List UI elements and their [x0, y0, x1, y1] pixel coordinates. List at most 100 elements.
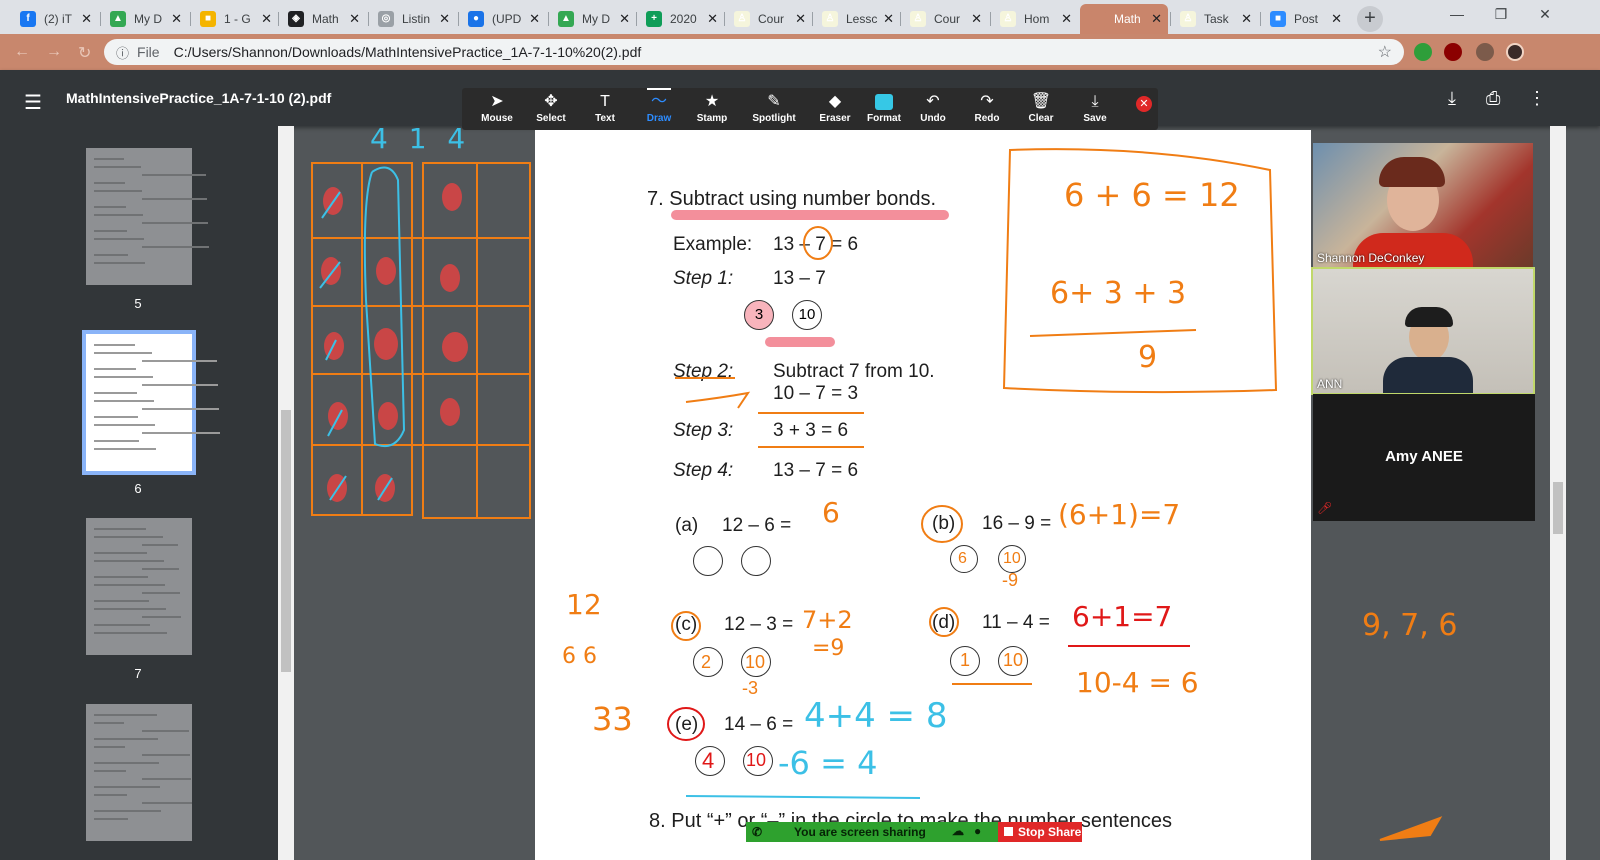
- browser-tab[interactable]: f (2) iT ✕: [10, 4, 98, 34]
- close-tab-icon[interactable]: ✕: [261, 11, 272, 27]
- tool-undo[interactable]: ↶ Undo: [905, 91, 961, 124]
- browser-tab[interactable]: ● (UPD ✕: [458, 4, 546, 34]
- close-tab-icon[interactable]: ✕: [81, 11, 92, 27]
- browser-tab[interactable]: ■ Post ✕: [1260, 4, 1348, 34]
- save-icon: ⤓: [1091, 93, 1099, 110]
- thumbnail-text-line: [94, 632, 167, 634]
- thumbnail-text-line: [94, 786, 160, 788]
- info-icon[interactable]: ⓘ: [116, 43, 129, 62]
- close-tab-icon[interactable]: ✕: [439, 11, 450, 27]
- tool-clear[interactable]: 🗑 Clear: [1013, 91, 1069, 124]
- browser-tab[interactable]: ♙ Lessc ✕: [812, 4, 900, 34]
- handwriting-answer-d: 6+1=7: [1072, 600, 1173, 633]
- browser-tab[interactable]: +2020 ✕: [636, 4, 724, 34]
- thumbnail-text-line: [142, 432, 220, 434]
- close-window-button[interactable]: ✕: [1530, 6, 1560, 26]
- handwriting-bond-c2: 10: [745, 652, 766, 672]
- close-tab-icon[interactable]: ✕: [1151, 11, 1162, 27]
- tool-format[interactable]: Format: [856, 91, 912, 124]
- close-tab-icon[interactable]: ✕: [619, 11, 630, 27]
- reload-icon[interactable]: ↻: [78, 43, 91, 63]
- print-icon[interactable]: ⎙: [1486, 88, 1500, 109]
- extension-puzzle-icon[interactable]: [1476, 43, 1494, 61]
- thumbnail-text-line: [94, 368, 136, 370]
- participant-video[interactable]: ANN: [1311, 267, 1535, 395]
- part-e-label: (e): [675, 714, 699, 735]
- tab-title: Lessc: [846, 12, 878, 26]
- browser-tab[interactable]: ♙ Task ✕: [1170, 4, 1258, 34]
- step1-equation: 13 – 7: [773, 268, 826, 289]
- extension-ublock-icon[interactable]: [1444, 43, 1462, 61]
- new-tab-button[interactable]: +: [1357, 6, 1383, 32]
- close-tab-icon[interactable]: ✕: [171, 11, 182, 27]
- tool-mouse[interactable]: ➤ Mouse: [469, 91, 525, 124]
- tool-eraser[interactable]: ◆ Eraser: [807, 91, 863, 124]
- minimize-button[interactable]: —: [1442, 6, 1472, 26]
- browser-tab[interactable]: ♙ Cour ✕: [900, 4, 988, 34]
- close-tab-icon[interactable]: ✕: [1241, 11, 1252, 27]
- thumbnail-text-line: [94, 536, 163, 538]
- browser-tab[interactable]: Math ✕: [1080, 4, 1168, 34]
- thumbnail-page-7[interactable]: [86, 518, 192, 655]
- tab-title: My D: [582, 12, 610, 26]
- close-tab-icon[interactable]: ✕: [795, 11, 806, 27]
- thumbnail-text-line: [94, 552, 147, 554]
- tool-text[interactable]: T Text: [577, 91, 633, 124]
- thumbnail-text-line: [94, 158, 124, 160]
- close-tab-icon[interactable]: ✕: [1061, 11, 1072, 27]
- profile-avatar[interactable]: [1506, 43, 1524, 61]
- browser-tab[interactable]: ♙ Cour ✕: [724, 4, 812, 34]
- close-tab-icon[interactable]: ✕: [971, 11, 982, 27]
- close-tab-icon[interactable]: ✕: [707, 11, 718, 27]
- browser-tab[interactable]: ♙ Hom ✕: [990, 4, 1078, 34]
- tool-select[interactable]: ✥ Select: [523, 91, 579, 124]
- forward-icon[interactable]: →: [46, 43, 62, 61]
- tool-save[interactable]: ⤓ Save: [1067, 91, 1123, 124]
- tool-stamp[interactable]: ★ Stamp: [684, 91, 740, 124]
- step3-label: Step 3:: [673, 420, 734, 441]
- close-tab-icon[interactable]: ✕: [883, 11, 894, 27]
- browser-tab[interactable]: ■ 1 - G ✕: [190, 4, 278, 34]
- participant-name-card[interactable]: Amy ANEE 🎤︎: [1313, 394, 1535, 521]
- handwriting-bond-d2: 10: [1003, 650, 1024, 670]
- close-tab-icon[interactable]: ✕: [1331, 11, 1342, 27]
- tab-favicon-icon: [1090, 11, 1106, 27]
- close-tab-icon[interactable]: ✕: [349, 11, 360, 27]
- tab-favicon-icon: ▲: [110, 11, 126, 27]
- handwriting-work-d: 10-4 = 6: [1076, 666, 1199, 699]
- extension-green-icon[interactable]: [1414, 43, 1432, 61]
- eraser-icon: ◆: [828, 93, 842, 110]
- tool-draw[interactable]: 〜 Draw: [631, 88, 687, 124]
- close-annotation-icon[interactable]: ✕: [1136, 96, 1152, 112]
- step3-equation: 3 + 3 = 6: [773, 420, 849, 441]
- screen-sharing-indicator[interactable]: ✆ You are screen sharing ☁ ●: [746, 822, 998, 842]
- tool-redo[interactable]: ↷ Redo: [959, 91, 1015, 124]
- browser-tab[interactable]: ▲ My D ✕: [100, 4, 188, 34]
- thumbnail-page-5[interactable]: [86, 148, 209, 285]
- part-c-equation: 12 – 3 =: [724, 614, 794, 635]
- menu-icon[interactable]: ☰: [24, 90, 42, 115]
- participant-video[interactable]: Shannon DeConkey: [1313, 143, 1533, 267]
- tab-favicon-icon: +: [646, 11, 662, 27]
- browser-tab[interactable]: ◎ Listin ✕: [368, 4, 456, 34]
- maximize-button[interactable]: ❐: [1486, 6, 1516, 26]
- tool-spotlight[interactable]: ✎ Spotlight: [746, 91, 802, 124]
- sidebar-scrollbar[interactable]: [278, 126, 294, 860]
- download-icon[interactable]: ⤓: [1448, 88, 1456, 109]
- back-icon[interactable]: ←: [14, 43, 30, 61]
- close-tab-icon[interactable]: ✕: [529, 11, 540, 27]
- step2-equation: 10 – 7 = 3: [773, 383, 859, 404]
- browser-tab[interactable]: ▲ My D ✕: [548, 4, 636, 34]
- bookmark-star-icon[interactable]: ☆: [1378, 42, 1392, 62]
- more-options-icon[interactable]: ⋮: [1528, 88, 1546, 109]
- part-b-equation: 16 – 9 =: [982, 513, 1052, 534]
- browser-tab[interactable]: ◈ Math ✕: [278, 4, 366, 34]
- url-text[interactable]: C:/Users/Shannon/Downloads/MathIntensive…: [174, 44, 642, 60]
- step1-label: Step 1:: [673, 268, 734, 289]
- document-scrollbar[interactable]: [1550, 126, 1566, 860]
- thumbnail-page-8[interactable]: [86, 704, 192, 841]
- thumbnail-page-6[interactable]: [82, 330, 220, 475]
- stop-share-button[interactable]: Stop Share: [998, 822, 1082, 842]
- omnibox[interactable]: ⓘ File C:/Users/Shannon/Downloads/MathIn…: [104, 39, 1404, 65]
- thumbnail-text-line: [142, 568, 179, 570]
